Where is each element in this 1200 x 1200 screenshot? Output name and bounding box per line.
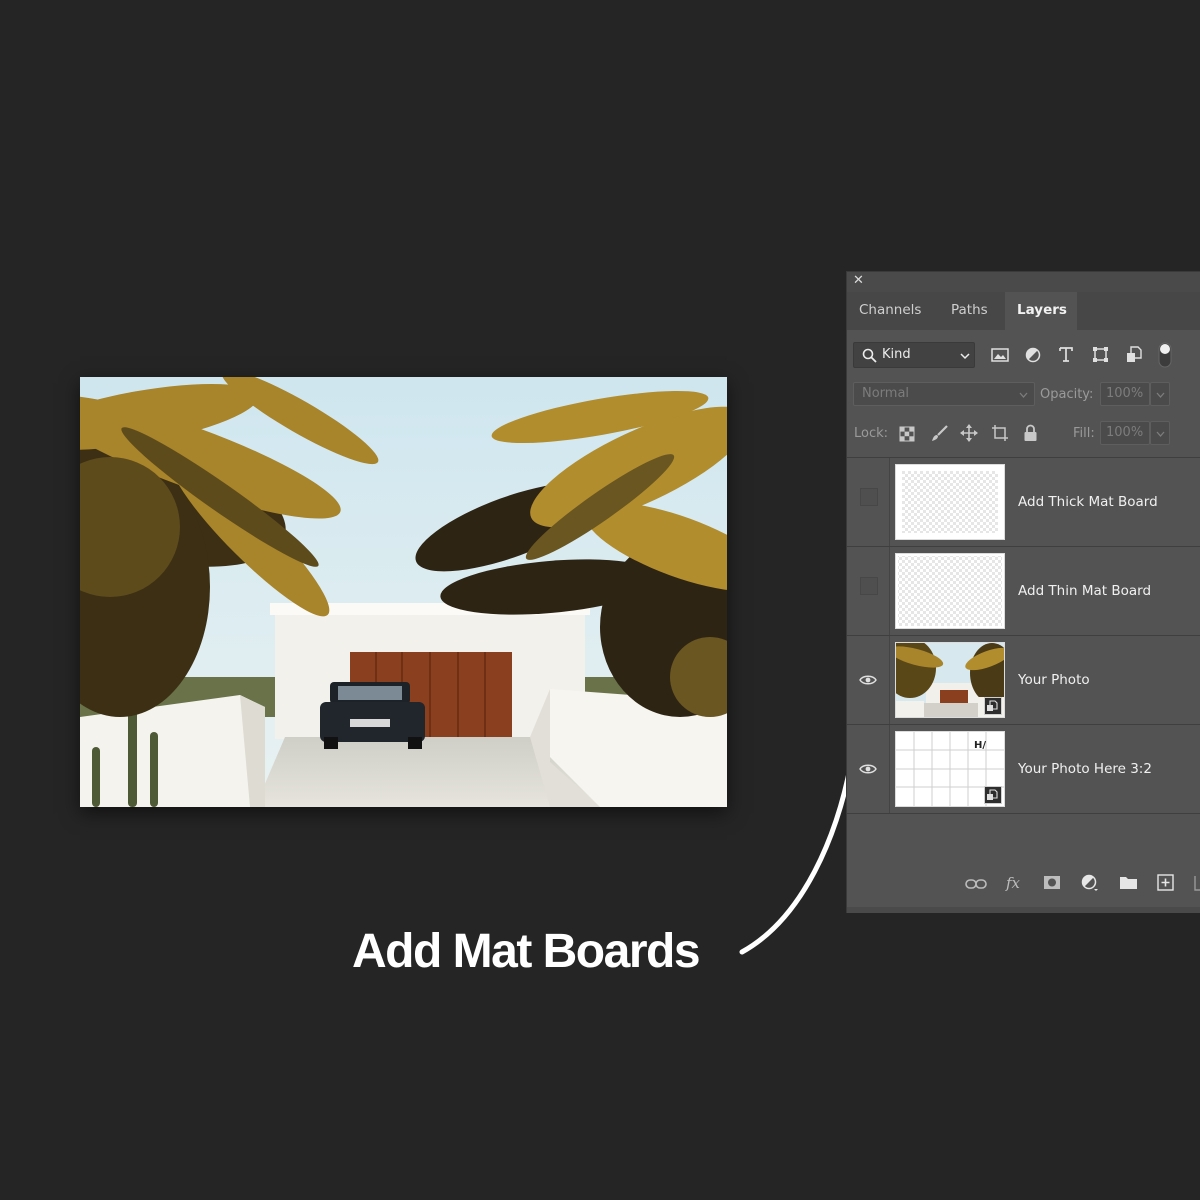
layer-name: Add Thin Mat Board (1018, 583, 1152, 599)
fill-input[interactable]: 100% (1100, 421, 1150, 445)
photo-preview (80, 377, 727, 807)
layer-name: Add Thick Mat Board (1018, 494, 1158, 510)
layer-thumbnail (895, 464, 1005, 540)
visibility-toggle[interactable] (847, 725, 890, 813)
adjustment-layer-filter-icon[interactable] (1025, 347, 1041, 363)
link-layers-icon[interactable] (965, 877, 987, 891)
visibility-toggle[interactable] (847, 458, 890, 546)
panel-bottom-edge (847, 907, 1200, 913)
car (320, 682, 425, 749)
smart-object-icon (984, 697, 1002, 715)
smart-object-icon (984, 786, 1002, 804)
visibility-toggle[interactable] (847, 547, 890, 635)
panel-tabs: Channels Paths Layers (847, 292, 1200, 330)
fill-value: 100% (1106, 425, 1144, 440)
thumbnail-mark: H/ (974, 740, 987, 751)
type-layer-filter-icon[interactable] (1058, 346, 1074, 363)
lock-label: Lock: (854, 426, 889, 441)
fx-icon[interactable]: fx (1005, 874, 1025, 892)
opacity-value: 100% (1106, 386, 1144, 401)
opacity-dropdown[interactable] (1150, 382, 1170, 406)
layer-row-photo-placeholder[interactable]: H/ Your Photo Here 3:2 (847, 724, 1200, 813)
layers-panel: ✕ Channels Paths Layers Kind Normal Opac… (846, 271, 1200, 913)
tab-layers[interactable]: Layers (1005, 292, 1077, 330)
visibility-toggle[interactable] (847, 636, 890, 724)
shape-layer-filter-icon[interactable] (1092, 346, 1109, 363)
layer-row-thin-mat[interactable]: Add Thin Mat Board (847, 546, 1200, 635)
opacity-label: Opacity: (1040, 387, 1094, 402)
chevron-down-icon (1156, 392, 1165, 398)
kind-filter-label: Kind (882, 347, 911, 362)
add-mask-icon[interactable] (1043, 875, 1061, 890)
tab-channels[interactable]: Channels (859, 292, 921, 330)
blend-mode-select[interactable]: Normal (853, 382, 1035, 406)
svg-text:fx: fx (1005, 874, 1021, 892)
blend-mode-value: Normal (862, 386, 910, 401)
layer-thumbnail (895, 642, 1005, 718)
visibility-off-box (860, 577, 878, 595)
tab-label: Paths (951, 302, 988, 318)
tab-label: Channels (859, 302, 922, 318)
layer-thumbnail: H/ (895, 731, 1005, 807)
lock-position-icon[interactable] (960, 424, 978, 442)
kind-filter-select[interactable]: Kind (853, 342, 975, 368)
chevron-down-icon (1156, 431, 1165, 437)
lock-artboard-icon[interactable] (991, 424, 1009, 442)
new-adjustment-layer-icon[interactable] (1081, 874, 1099, 892)
delete-layer-icon[interactable] (1193, 875, 1200, 891)
transparency-thumbnail (896, 554, 1004, 628)
close-icon[interactable]: ✕ (853, 273, 864, 288)
transparency-thumbnail (896, 465, 1004, 539)
layer-row-thick-mat[interactable]: Add Thick Mat Board (847, 457, 1200, 546)
layers-list-end-divider (847, 813, 1200, 814)
lock-all-icon[interactable] (1023, 424, 1038, 442)
layers-footer-toolbar: fx (847, 870, 1200, 900)
visibility-off-box (860, 488, 878, 506)
lock-transparent-pixels-icon[interactable] (899, 426, 915, 442)
panel-header-bar: ✕ (847, 272, 1200, 292)
caption-text: Add Mat Boards (352, 925, 701, 978)
layer-name: Your Photo (1018, 672, 1090, 688)
lock-image-pixels-icon[interactable] (931, 424, 949, 442)
filter-toggle-switch[interactable] (1158, 342, 1172, 368)
fill-dropdown[interactable] (1150, 421, 1170, 445)
new-layer-icon[interactable] (1157, 874, 1174, 891)
opacity-input[interactable]: 100% (1100, 382, 1150, 406)
eye-icon (859, 764, 877, 774)
fill-label: Fill: (1073, 426, 1095, 441)
smart-object-filter-icon[interactable] (1126, 346, 1142, 363)
tab-paths[interactable]: Paths (951, 292, 988, 330)
layer-row-your-photo[interactable]: Your Photo (847, 635, 1200, 724)
chevron-down-icon (960, 353, 970, 360)
chevron-down-icon (1019, 392, 1028, 398)
layer-name: Your Photo Here 3:2 (1018, 761, 1152, 777)
eye-icon (859, 675, 877, 685)
search-icon (862, 348, 877, 363)
photo-image (80, 377, 727, 807)
layer-thumbnail (895, 553, 1005, 629)
new-group-folder-icon[interactable] (1119, 875, 1138, 890)
tab-label: Layers (1017, 302, 1067, 318)
pixel-layer-filter-icon[interactable] (991, 347, 1009, 363)
